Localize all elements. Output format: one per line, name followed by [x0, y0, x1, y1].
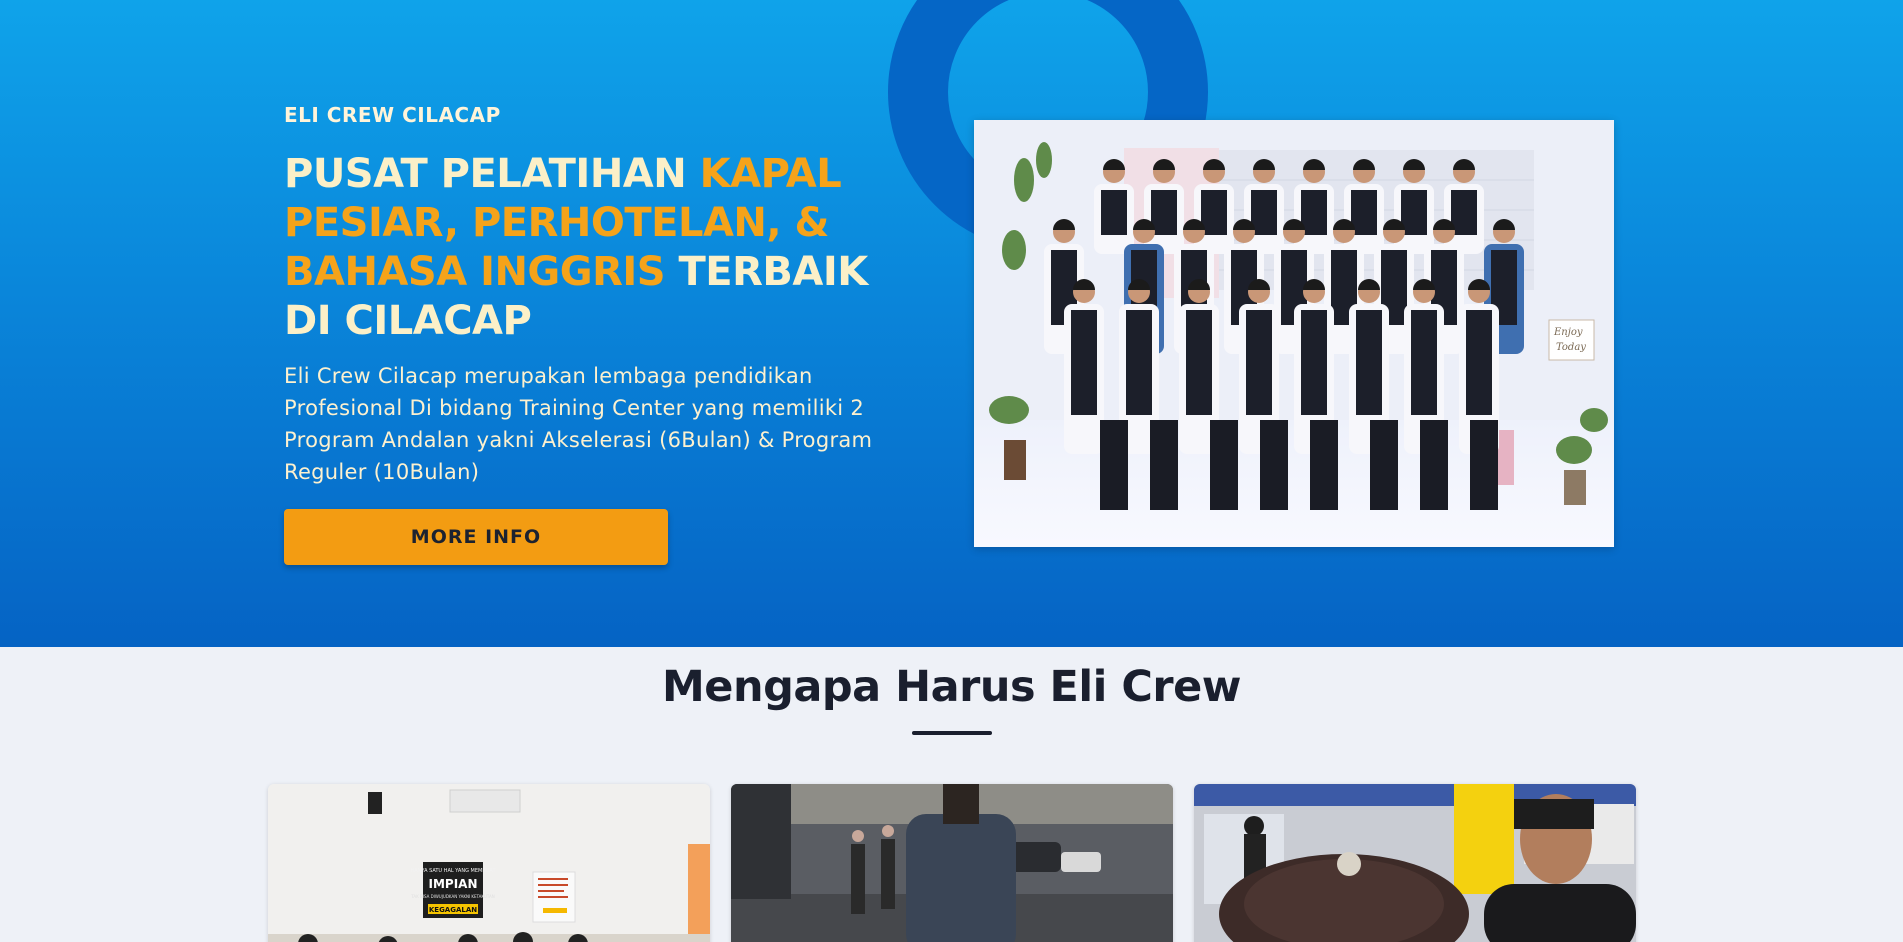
person-vest — [1356, 310, 1382, 415]
headline-part-1: PUSAT PELATIHAN — [284, 151, 700, 197]
person-legs — [1310, 420, 1338, 510]
poster-bottom-text: KEGAGALAN — [429, 906, 477, 914]
feature-card-1[interactable]: HANYA SATU HAL YANG MEMBUAT IMPIAN TAK B… — [268, 784, 710, 942]
person-legs — [1100, 420, 1128, 510]
poster-mid-text: TAK BISA DIWUJUDKAN YAKNI KETAKUTAN — [410, 894, 494, 899]
person-legs — [1150, 420, 1178, 510]
person-legs — [1370, 420, 1398, 510]
person-vest — [1151, 190, 1177, 235]
person-vest — [1201, 190, 1227, 235]
person-vest — [1301, 310, 1327, 415]
section-title: Mengapa Harus Eli Crew — [662, 662, 1242, 712]
person-legs — [1210, 420, 1238, 510]
hero-headline: PUSAT PELATIHAN KAPAL PESIAR, PERHOTELAN… — [284, 150, 914, 346]
person-vest — [1071, 310, 1097, 415]
photo-sign-line-1: Enjoy — [1553, 327, 1583, 338]
person-vest — [1246, 310, 1272, 415]
hero-section: ELI CREW CILACAP PUSAT PELATIHAN KAPAL P… — [0, 0, 1903, 647]
person-vest — [1351, 190, 1377, 235]
hero-eyebrow: ELI CREW CILACAP — [284, 103, 501, 127]
title-underline — [912, 731, 992, 735]
poster-main-text: IMPIAN — [429, 877, 478, 891]
person-vest — [1301, 190, 1327, 235]
person-legs — [1420, 420, 1448, 510]
more-info-button[interactable]: MORE INFO — [284, 509, 668, 565]
person-vest — [1466, 310, 1492, 415]
photo-sign-line-2: Today — [1556, 342, 1586, 353]
person-vest — [1186, 310, 1212, 415]
person-vest — [1126, 310, 1152, 415]
person-vest — [1451, 190, 1477, 235]
person-legs — [1470, 420, 1498, 510]
feature-card-3[interactable] — [1194, 784, 1636, 942]
person-vest — [1401, 190, 1427, 235]
hero-group-photo: Enjoy Today — [974, 120, 1614, 547]
group-photo-illustration: Enjoy Today — [974, 120, 1614, 547]
classroom-photo: HANYA SATU HAL YANG MEMBUAT IMPIAN TAK B… — [268, 784, 710, 942]
person-vest — [1101, 190, 1127, 235]
airport-photo — [1194, 784, 1636, 942]
person-vest — [1251, 190, 1277, 235]
person-legs — [1260, 420, 1288, 510]
poster-top-text: HANYA SATU HAL YANG MEMBUAT — [410, 868, 496, 874]
travel-photo — [731, 784, 1173, 942]
person-vest — [1411, 310, 1437, 415]
feature-card-2[interactable] — [731, 784, 1173, 942]
hero-description: Eli Crew Cilacap merupakan lembaga pendi… — [284, 364, 873, 484]
